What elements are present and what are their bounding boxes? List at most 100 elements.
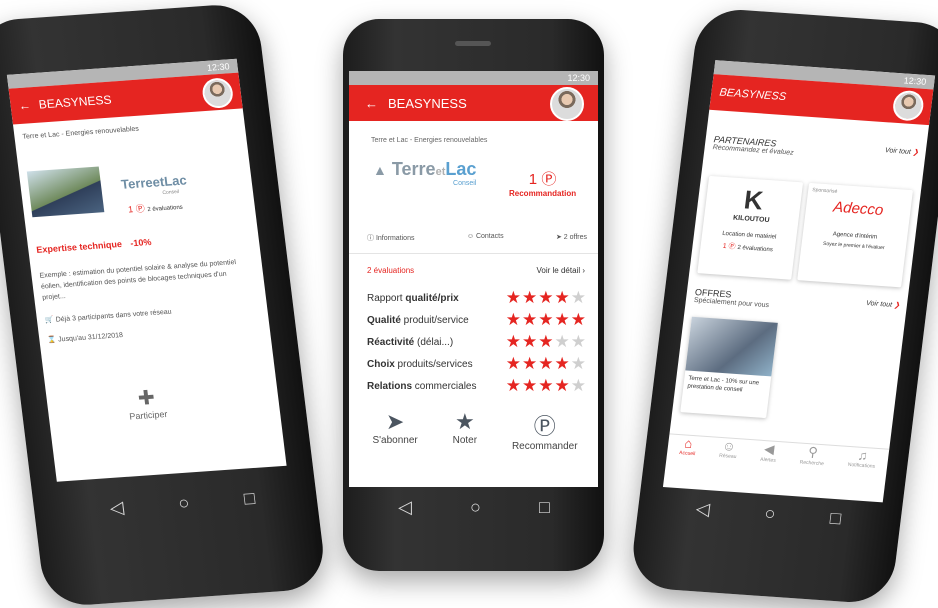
participer-label: Participer — [128, 409, 169, 422]
left-reco: 1 Ⓟ 2 évaluations — [127, 199, 184, 216]
back-arrow-icon[interactable]: ← — [365, 96, 378, 111]
divider — [349, 253, 598, 254]
app-title: BEASYNESS — [37, 92, 113, 112]
left-screen: 12:30 ← BEASYNESS Terre et Lac - Energie… — [6, 58, 287, 482]
back-arrow-icon[interactable]: ← — [18, 98, 32, 113]
participants-text: Déjà 3 participants dans votre réseau — [55, 308, 173, 324]
earpiece — [455, 41, 491, 46]
subscribe-button[interactable]: ➤ S'abonner — [372, 409, 417, 452]
recent-icon[interactable]: □ — [243, 488, 256, 510]
offer-card[interactable]: Terre et Lac - 10% sur une prestation de… — [680, 316, 778, 419]
app-title: BEASYNESS — [388, 95, 467, 111]
rating-row: Rapport qualité/prix ★★★★★ — [367, 287, 587, 309]
stars[interactable]: ★★★★★ — [506, 332, 587, 352]
subtitle: Terre et Lac - Energies renouvelables — [22, 125, 140, 141]
kiloutou-reco: 1 Ⓟ 2 évaluations — [722, 242, 774, 254]
expertise-title: Expertise technique — [35, 239, 123, 255]
tag-icon: ➤ — [555, 234, 562, 241]
tab-offres[interactable]: ➤ 2 offres — [556, 233, 587, 243]
recommend-button[interactable]: Ⓟ Recommander — [512, 409, 578, 452]
stars[interactable]: ★★★★★ — [506, 376, 587, 396]
logo-conseil: Conseil — [453, 180, 477, 187]
star-icon: ★ — [454, 409, 475, 434]
center-phone: 12:30 ← BEASYNESS Terre et Lac - Energie… — [343, 19, 604, 571]
rating-label: Réactivité (délai...) — [367, 336, 454, 348]
nav-recherche[interactable]: ⚲ Recherche — [797, 444, 827, 489]
app-title: BEASYNESS — [718, 86, 787, 104]
actions-bar: ➤ S'abonner ★ Noter Ⓟ Recommander — [355, 409, 595, 452]
rating-label: Relations commerciales — [367, 380, 477, 392]
stars[interactable]: ★★★★★ — [506, 310, 587, 330]
tab-contacts[interactable]: ☺ Contacts — [467, 233, 504, 243]
status-time: 12:30 — [903, 75, 927, 87]
evaluations-header: 2 évaluations Voir le détail › — [367, 266, 585, 275]
participer-button[interactable]: ✚ Participer — [126, 384, 169, 422]
stars[interactable]: ★★★★★ — [506, 288, 587, 308]
adecco-logo: Adecco — [832, 198, 885, 220]
beasyness-b-icon: Ⓟ — [533, 414, 556, 439]
tag-icon: ➤ — [385, 409, 405, 434]
status-bar: 12:30 — [349, 71, 598, 85]
recent-icon[interactable]: □ — [539, 497, 550, 518]
back-icon[interactable]: ◁ — [695, 498, 711, 520]
app-header: ← BEASYNESS — [349, 85, 598, 121]
logo-conseil: Conseil — [162, 188, 180, 197]
beasyness-b-icon: Ⓟ — [135, 203, 146, 214]
rating-row: Réactivité (délai...) ★★★★★ — [367, 331, 587, 353]
avatar[interactable] — [891, 89, 926, 122]
center-screen: 12:30 ← BEASYNESS Terre et Lac - Energie… — [349, 71, 598, 487]
back-icon[interactable]: ◁ — [398, 497, 412, 518]
description: Exemple : estimation du potentiel solair… — [39, 259, 237, 302]
rating-label: Choix produits/services — [367, 358, 473, 370]
nav-reseau[interactable]: ☺ Réseau — [716, 438, 739, 483]
home-icon[interactable]: ○ — [763, 503, 776, 525]
discount-badge: -10% — [129, 236, 152, 249]
rating-row: Choix produits/services ★★★★★ — [367, 353, 587, 375]
back-icon[interactable]: ◁ — [109, 497, 125, 519]
logo-roof-icon: ▲ — [373, 162, 387, 178]
nav-alertes[interactable]: ◀ Alertes — [757, 441, 778, 486]
rating-row: Qualité produit/service ★★★★★ — [367, 309, 587, 331]
company-logo: ▲ TerreetLac Conseil — [373, 159, 476, 187]
rating-label: Qualité produit/service — [367, 314, 469, 326]
home-icon: ⌂ — [683, 435, 694, 451]
rating-label: Rapport qualité/prix — [367, 292, 459, 304]
recommendation: 1 Ⓟ Recommandation — [509, 168, 576, 198]
company-subtitle: Terre et Lac - Energies renouvelables — [371, 137, 488, 144]
voir-detail-link[interactable]: Voir le détail › — [537, 266, 585, 275]
reco-count: 1 — [528, 171, 538, 188]
left-nav-bar: ◁ ○ □ — [81, 481, 284, 525]
ratings-list: Rapport qualité/prix ★★★★★ Qualité produi… — [367, 287, 587, 397]
rating-row: Relations commerciales ★★★★★ — [367, 375, 587, 397]
solar-image — [26, 166, 105, 218]
center-nav-bar: ◁ ○ □ — [369, 489, 579, 525]
stars[interactable]: ★★★★★ — [506, 354, 587, 374]
nav-notifications[interactable]: ♫ Notifications — [845, 447, 878, 493]
kiloutou-card[interactable]: K KILOUTOU Location de matériel 1 Ⓟ 2 év… — [697, 175, 804, 280]
logo-et: et — [435, 166, 446, 178]
left-phone: 12:30 ← BEASYNESS Terre et Lac - Energie… — [0, 2, 328, 608]
participants-line: 🛒 Déjà 3 participants dans votre réseau — [45, 308, 172, 325]
hourglass-icon: ⌛ — [47, 336, 57, 345]
nav-accueil[interactable]: ⌂ Accueil — [676, 435, 697, 480]
avatar[interactable] — [550, 87, 584, 121]
reco-label: Recommandation — [509, 189, 577, 198]
home-icon[interactable]: ○ — [177, 492, 190, 514]
avatar[interactable] — [200, 77, 235, 110]
voir-detail-label: Voir le détail — [536, 266, 581, 275]
tab-informations[interactable]: ⓘ Informations — [367, 233, 414, 243]
offer-text: Terre et Lac - 10% sur une prestation de… — [687, 375, 760, 394]
beasyness-b-icon: Ⓟ — [728, 243, 736, 251]
until-text: Jusqu'au 31/12/2018 — [57, 332, 124, 344]
status-time: 12:30 — [567, 73, 590, 83]
expertise-line: Expertise technique -10% — [36, 237, 152, 255]
beasyness-b-icon: Ⓟ — [541, 171, 557, 188]
recommend-label: Recommander — [511, 441, 578, 452]
adecco-card[interactable]: Sponsorisé Adecco Agence d'intérim Soyez… — [797, 182, 914, 288]
home-icon[interactable]: ○ — [470, 497, 481, 518]
recent-icon[interactable]: □ — [829, 507, 842, 529]
search-icon: ⚲ — [807, 444, 819, 460]
offer-image — [685, 316, 778, 377]
rate-button[interactable]: ★ Noter — [453, 409, 477, 452]
partners-header: PARTENAIRES Recommandez et évaluez Voir … — [712, 134, 919, 165]
